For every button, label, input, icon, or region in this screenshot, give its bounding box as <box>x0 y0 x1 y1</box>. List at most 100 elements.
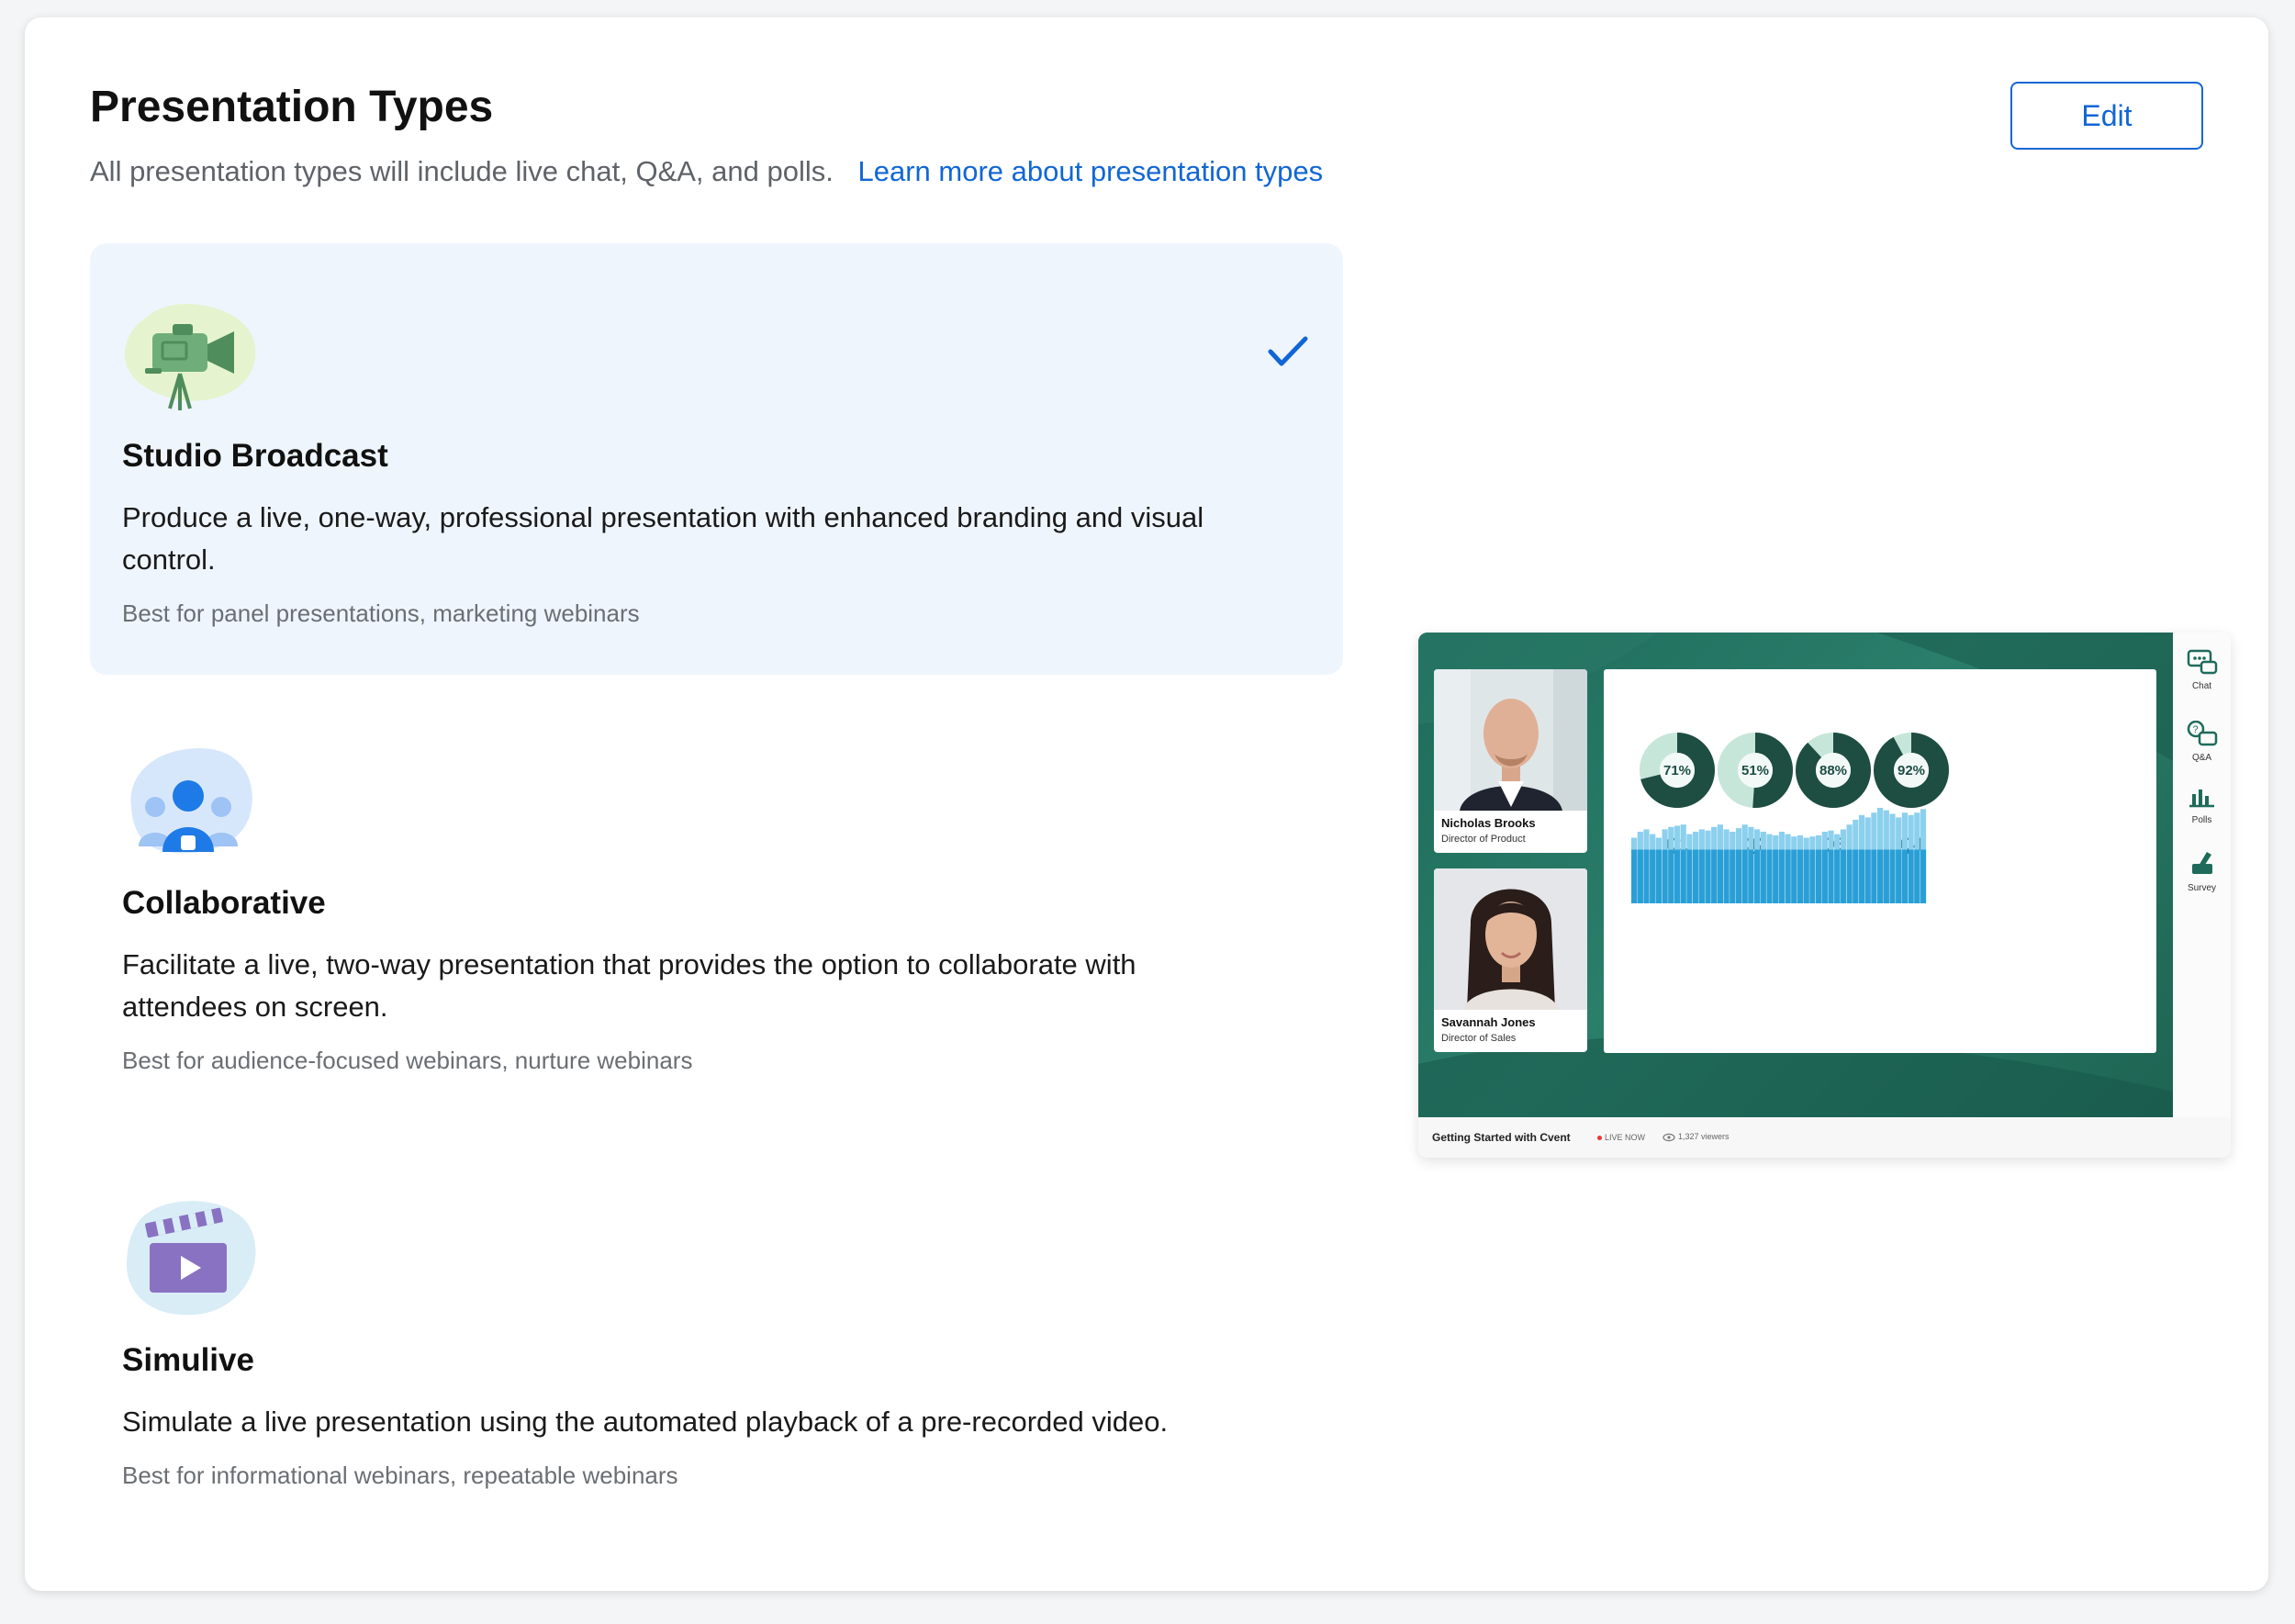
speaker-tile: Nicholas Brooks Director of Product <box>1434 669 1587 853</box>
bar-mark-base <box>1693 849 1699 903</box>
viewer-count: 1,327 viewers <box>1662 1132 1730 1142</box>
bar-mark-base <box>1655 849 1662 903</box>
dashboard-board: 71%Q151%Q288%Q392%Q4 <box>1604 669 2156 1053</box>
bar-mark-base <box>1637 849 1643 903</box>
preview-stage: Nicholas Brooks Director of Product Sava… <box>1418 633 2173 1117</box>
bar-mark-base <box>1858 849 1865 903</box>
survey-icon <box>2191 852 2212 874</box>
chat-icon <box>2187 649 2217 675</box>
live-dot <box>1597 1136 1602 1141</box>
bar-mark-base <box>1754 849 1761 903</box>
speaker-name: Savannah Jones <box>1441 1015 1536 1029</box>
selected-check-icon <box>1268 336 1308 366</box>
type-best-for: Best for audience-focused webinars, nurt… <box>122 1047 693 1074</box>
type-description: Facilitate a live, two-way presentation … <box>122 948 1136 1023</box>
viewer-count-text: 1,327 viewers <box>1678 1132 1730 1141</box>
rail-item-polls[interactable]: Polls <box>2173 787 2231 825</box>
bar-mark-base <box>1821 849 1828 903</box>
qa-icon: ? <box>2187 720 2217 746</box>
bar-mark-base <box>1901 849 1908 903</box>
bar-mark-base <box>1889 849 1896 903</box>
edit-button[interactable]: Edit <box>2010 82 2203 150</box>
bar-mark-base <box>1730 849 1736 903</box>
learn-more-link[interactable]: Learn more about presentation types <box>858 155 1324 187</box>
subtitle-text: All presentation types will include live… <box>90 155 834 187</box>
speaker-photo <box>1434 669 1587 811</box>
bar-mark-base <box>1705 849 1711 903</box>
bar-mark-base <box>1877 849 1884 903</box>
event-title: Getting Started with Cvent <box>1432 1131 1571 1144</box>
bar-mark-base <box>1828 849 1834 903</box>
bar-mark-base <box>1896 849 1902 903</box>
bar-mark-base <box>1871 849 1877 903</box>
speaker-name: Nicholas Brooks <box>1441 816 1536 830</box>
bar-mark-base <box>1773 849 1779 903</box>
bar-mark-base <box>1766 849 1773 903</box>
bar-mark-base <box>1803 849 1809 903</box>
type-option-simulive[interactable]: Simulive Simulate a live presentation us… <box>90 1138 1343 1524</box>
type-option-collaborative[interactable]: Collaborative Facilitate a live, two-way… <box>90 690 1343 1103</box>
bar-mark-base <box>1643 849 1650 903</box>
bar-mark-base <box>1834 849 1841 903</box>
bar-mark-base <box>1748 849 1754 903</box>
polls-icon <box>2189 790 2214 808</box>
type-name: Collaborative <box>122 885 326 921</box>
rail-label: Survey <box>2187 883 2217 893</box>
bar-mark-base <box>1631 849 1638 903</box>
bar-chart <box>1631 808 1927 903</box>
rail-item-survey[interactable]: Survey <box>2173 849 2231 893</box>
bar-mark-base <box>1680 849 1686 903</box>
live-indicator: LIVE NOW <box>1597 1133 1645 1142</box>
type-best-for: Best for panel presentations, marketing … <box>122 599 640 627</box>
bar-mark-base <box>1920 849 1927 903</box>
presentation-preview: Nicholas Brooks Director of Product Sava… <box>1418 633 2231 1158</box>
bar-mark-base <box>1686 849 1693 903</box>
type-option-studio-broadcast[interactable]: Studio Broadcast Produce a live, one-way… <box>90 243 1343 675</box>
clapperboard-icon <box>127 1201 256 1316</box>
bar-mark-base <box>1914 849 1920 903</box>
bar-mark-base <box>1853 849 1859 903</box>
speaker-role: Director of Sales <box>1441 1033 1517 1044</box>
bar-mark-base <box>1735 849 1742 903</box>
speaker-tile: Savannah Jones Director of Sales <box>1434 868 1587 1052</box>
bar-mark-base <box>1668 849 1674 903</box>
bar-mark-base <box>1674 849 1681 903</box>
bar-mark-base <box>1785 849 1791 903</box>
rail-label: Q&A <box>2191 753 2212 763</box>
bar-mark-base <box>1698 849 1705 903</box>
bar-mark-base <box>1662 849 1668 903</box>
bar-mark-base <box>1816 849 1822 903</box>
type-name: Simulive <box>122 1342 254 1378</box>
bar-mark-base <box>1840 849 1846 903</box>
live-text: LIVE NOW <box>1605 1133 1646 1142</box>
bar-mark-base <box>1883 849 1889 903</box>
page-subtitle: All presentation types will include live… <box>90 155 1323 188</box>
side-rail: Chat ? Q&A Polls Survey <box>2173 633 2231 1117</box>
type-best-for: Best for informational webinars, repeata… <box>122 1462 678 1489</box>
bar-mark-base <box>1650 849 1656 903</box>
rail-item-chat[interactable]: Chat <box>2173 649 2231 691</box>
bar-mark-base <box>1760 849 1766 903</box>
presentation-types-card: Presentation Types All presentation type… <box>25 17 2268 1591</box>
rail-label: Chat <box>2191 681 2212 691</box>
rail-item-qa[interactable]: ? Q&A <box>2173 720 2231 763</box>
type-description: Simulate a live presentation using the a… <box>122 1406 1169 1438</box>
bar-mark-base <box>1797 849 1804 903</box>
preview-footer: Getting Started with Cvent LIVE NOW 1,32… <box>1418 1117 2231 1158</box>
speaker-role: Director of Product <box>1441 834 1526 845</box>
bar-mark-base <box>1864 849 1871 903</box>
bar-mark-base <box>1723 849 1730 903</box>
speaker-photo <box>1434 868 1587 1010</box>
type-description: Produce a live, one-way, professional pr… <box>122 501 1204 576</box>
bar-mark-base <box>1741 849 1748 903</box>
video-camera-icon <box>124 303 256 410</box>
eye-icon <box>1662 1133 1675 1141</box>
bar-mark-base <box>1717 849 1723 903</box>
bar-mark-base <box>1711 849 1718 903</box>
type-name: Studio Broadcast <box>122 438 388 474</box>
rail-label: Polls <box>2191 815 2212 825</box>
group-people-icon <box>130 748 252 854</box>
svg-text:?: ? <box>2192 724 2198 735</box>
bar-mark-base <box>1809 849 1816 903</box>
bar-mark-base <box>1791 849 1797 903</box>
